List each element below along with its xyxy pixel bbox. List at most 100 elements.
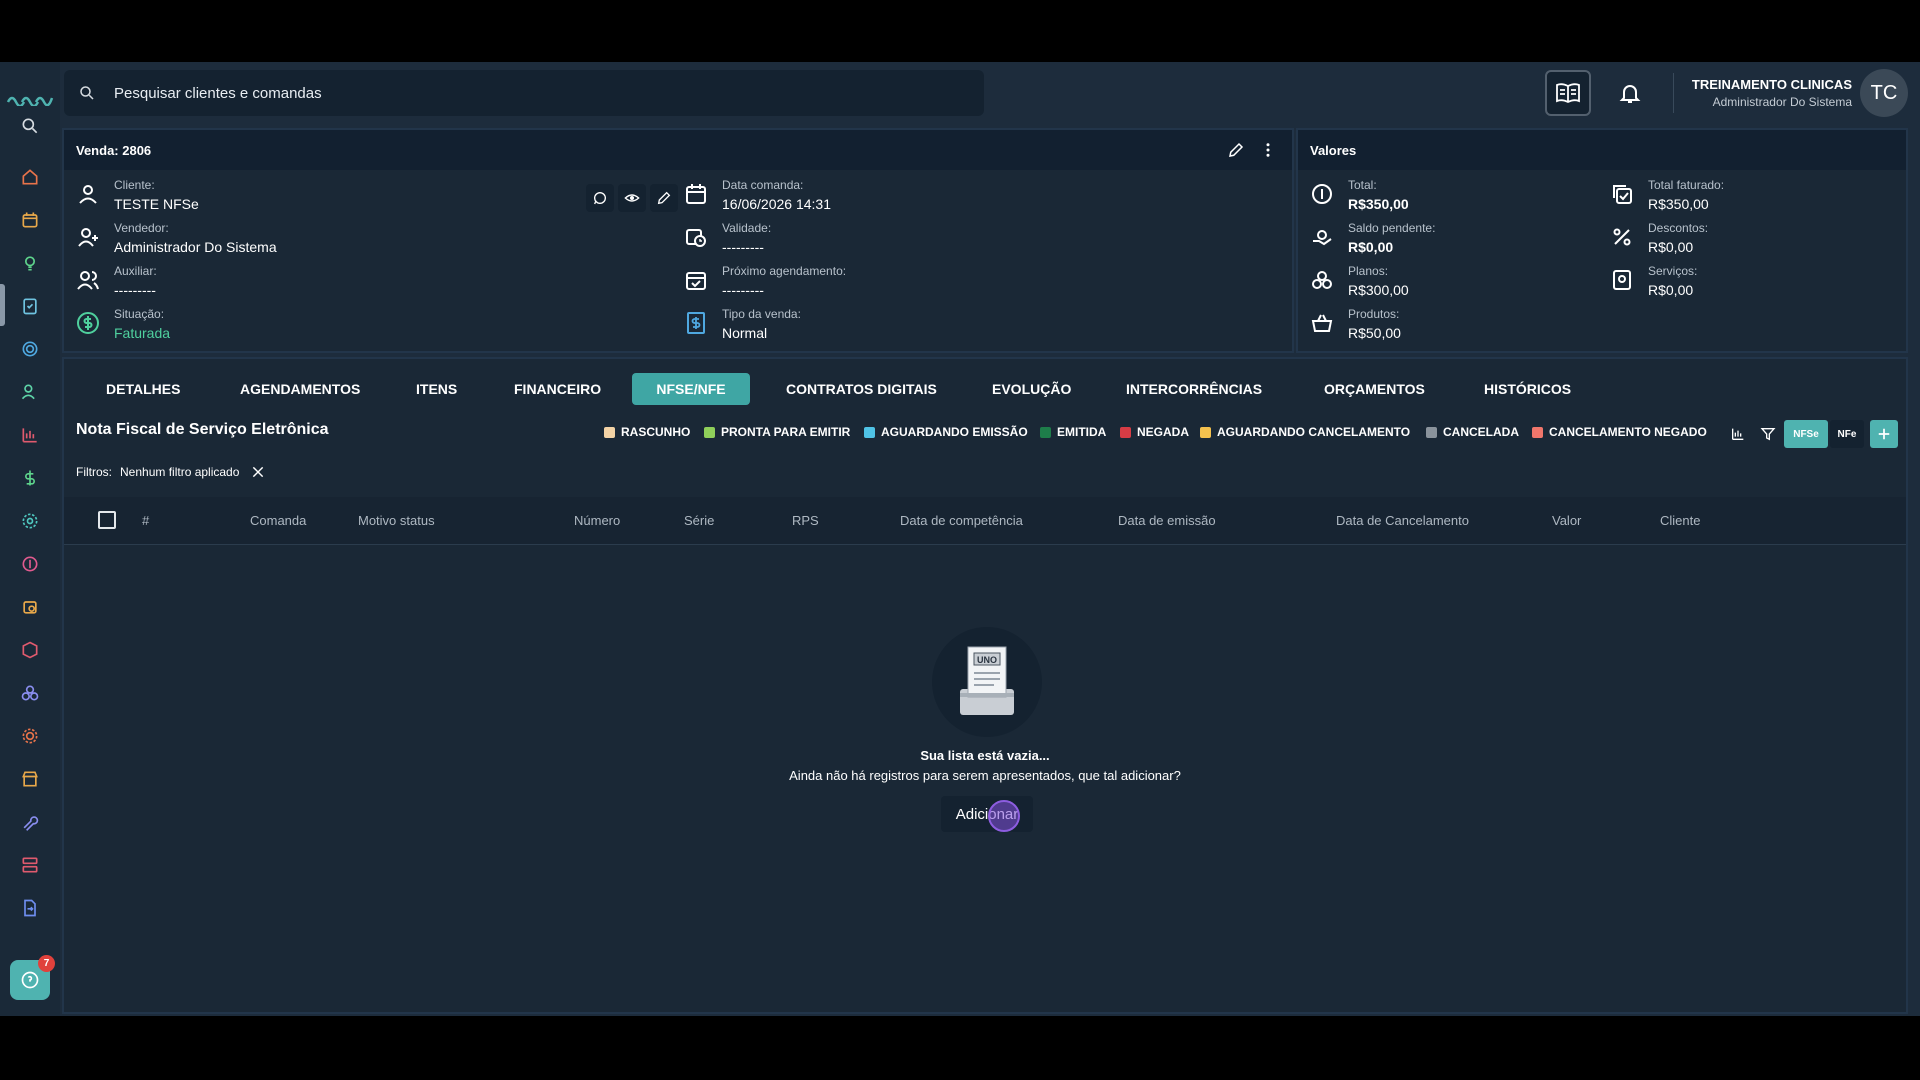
field-value: R$300,00 [1348,282,1409,298]
field-label: Saldo pendente: [1348,221,1436,235]
column-header[interactable]: Valor [1552,513,1581,528]
field-value: --------- [722,239,764,255]
tab-intercorrencias[interactable]: INTERCORRÊNCIAS [1102,373,1286,405]
server-icon[interactable] [18,853,42,877]
select-all-checkbox[interactable] [98,511,116,529]
basket-icon [1311,314,1333,332]
home-icon[interactable] [18,165,42,189]
column-header[interactable]: RPS [792,513,819,528]
value-planos: Planos: R$300,00 [1310,264,1409,298]
sale-title: Venda: 2806 [76,142,152,158]
field-label: Planos: [1348,264,1389,278]
box-icon[interactable] [18,595,42,619]
tab-itens[interactable]: ITENS [392,373,481,405]
values-title: Valores [1310,142,1357,158]
tab-detalhes[interactable]: DETALHES [82,373,204,405]
tab-historicos[interactable]: HISTÓRICOS [1460,373,1595,405]
filter-icon [1760,428,1776,441]
column-header[interactable]: Motivo status [358,513,435,528]
value-saldo: Saldo pendente: R$0,00 [1310,221,1435,255]
tab-agendamentos[interactable]: AGENDAMENTOS [216,373,384,405]
filter-button[interactable] [1756,420,1780,448]
tab-contratos-digitais[interactable]: CONTRATOS DIGITAIS [762,373,961,405]
view-client-button[interactable] [618,184,646,212]
chart-button[interactable] [1726,420,1750,448]
legend-cancelamento-negado: CANCELAMENTO NEGADO [1532,425,1707,439]
settings-gear-icon[interactable] [18,509,42,533]
wrench-icon[interactable] [18,810,42,834]
edit-sale-button[interactable] [1222,136,1250,164]
edit-client-button[interactable] [650,184,678,212]
column-header[interactable]: Comanda [250,513,306,528]
field-value: Normal [722,325,768,341]
field-label: Validade: [722,221,772,235]
brand-logo[interactable] [6,90,54,106]
target-icon[interactable] [18,337,42,361]
plans-icon [1312,271,1332,289]
search-icon[interactable] [18,114,42,138]
file-export-icon[interactable] [18,896,42,920]
column-header[interactable]: Data de emissão [1118,513,1216,528]
field-value: TESTE NFSe [114,196,199,212]
field-label: Total faturado: [1648,178,1725,192]
close-icon[interactable] [251,465,265,479]
tab-evolucao[interactable]: EVOLUÇÃO [968,373,1095,405]
field-label: Produtos: [1348,307,1400,321]
tab-orcamentos[interactable]: ORÇAMENTOS [1300,373,1449,405]
cog-icon[interactable] [18,724,42,748]
field-label: Tipo da venda: [722,307,801,321]
user-role: Administrador Do Sistema [1712,95,1852,109]
more-options-button[interactable] [1254,136,1282,164]
tab-nfse-nfe[interactable]: NFSE/NFE [632,373,750,405]
tab-financeiro[interactable]: FINANCEIRO [490,373,625,405]
plans-icon[interactable] [18,681,42,705]
field-cliente: Cliente: TESTE NFSe [76,178,199,212]
avatar[interactable]: TC [1860,69,1908,117]
column-header[interactable]: Série [684,513,714,528]
clipboard-icon[interactable] [18,294,42,318]
field-label: Data comanda: [722,178,804,192]
whatsapp-button[interactable] [586,184,614,212]
bell-icon [1619,85,1641,103]
coin-icon[interactable] [18,552,42,576]
legend-emitida: EMITIDA [1040,425,1106,439]
header-actions: TREINAMENTO CLINICAS Administrador Do Si… [1544,68,1908,118]
empty-state-illustration: UNO [932,627,1042,737]
empty-state-title: Sua lista está vazia... [920,748,1050,763]
calendar-icon[interactable] [18,208,42,232]
user-check-icon[interactable] [18,380,42,404]
sale-card-header: Venda: 2806 [64,130,1292,170]
values-card: Valores Total: R$350,00 Saldo pendente: R$… [1296,128,1908,353]
dollar-icon[interactable] [18,466,42,490]
search-icon [80,86,94,100]
field-validade: Validade: --------- [684,221,771,255]
field-data-comanda: Data comanda: 16/06/2026 14:31 [684,178,831,212]
whatsapp-icon [594,192,606,205]
value-total-faturado: Total faturado: R$350,00 [1610,178,1724,212]
store-icon[interactable] [18,767,42,791]
field-situacao: Situação: Faturada [76,307,170,341]
notifications-button[interactable] [1617,80,1643,106]
column-header[interactable]: Número [574,513,620,528]
filters-bar: Filtros: Nenhum filtro aplicado [76,465,265,479]
package-icon[interactable] [18,638,42,662]
lightbulb-icon[interactable] [18,251,42,275]
column-header[interactable]: # [142,513,149,528]
column-header[interactable]: Data de Cancelamento [1336,513,1469,528]
toggle-nfe[interactable]: NFe [1830,420,1864,448]
user-info[interactable]: TREINAMENTO CLINICAS Administrador Do Si… [1692,77,1852,109]
manual-button[interactable] [1544,70,1591,116]
field-value: R$350,00 [1348,196,1409,212]
column-header[interactable]: Cliente [1660,513,1700,528]
bar-chart-icon[interactable] [18,423,42,447]
app-window: 7 Pesquisar clientes e comandas TREINAME… [0,62,1920,1016]
column-header[interactable]: Data de competência [900,513,1023,528]
calendar-clock-icon [686,229,706,247]
add-button[interactable] [1870,420,1898,448]
open-book-icon [1555,83,1580,104]
search-input[interactable]: Pesquisar clientes e comandas [64,70,984,116]
field-value: 16/06/2026 14:31 [722,196,831,212]
toggle-nfse[interactable]: NFSe [1784,420,1828,448]
legend-rascunho: RASCUNHO [604,425,690,439]
field-label: Descontos: [1648,221,1709,235]
